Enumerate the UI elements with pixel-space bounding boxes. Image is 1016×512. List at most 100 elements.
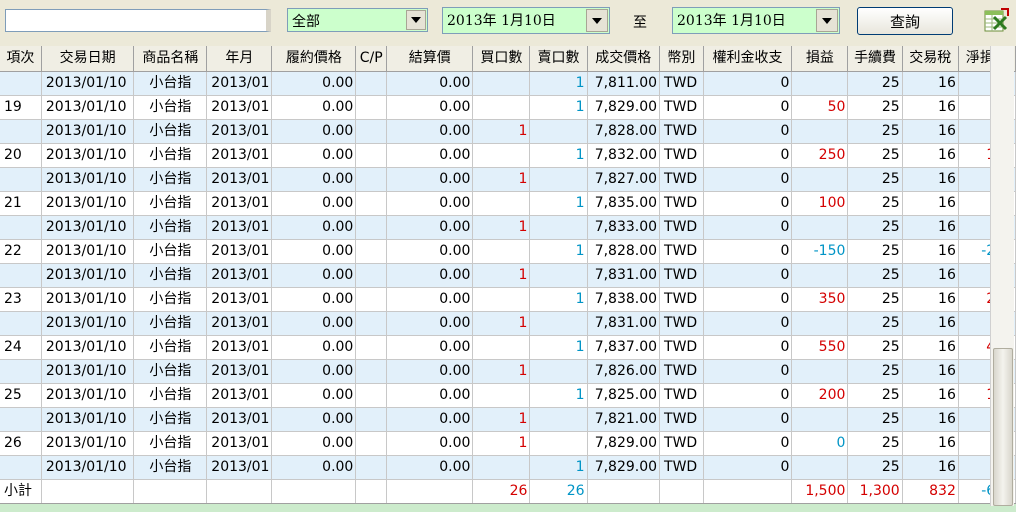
table-row[interactable]: 2013/01/10 小台指 2013/01 0.00 0.00 1 7,828.00 TWD… bbox=[0, 119, 1016, 144]
cell-strike: 0.00 bbox=[271, 263, 357, 288]
col-header-currency[interactable]: 幣別 bbox=[659, 46, 704, 72]
cell-buy-qty bbox=[472, 455, 531, 480]
cell-settle: 0.00 bbox=[386, 215, 474, 240]
table-row[interactable]: 19 2013/01/10 小台指 2013/01 0.00 0.00 1 7,829.00 T… bbox=[0, 95, 1016, 120]
subtotal-tax: 832 bbox=[902, 479, 959, 504]
table-row[interactable]: 2013/01/10 小台指 2013/01 0.00 0.00 1 7,821.00 TWD… bbox=[0, 407, 1016, 432]
cell-settle: 0.00 bbox=[386, 431, 474, 456]
table-row[interactable]: 22 2013/01/10 小台指 2013/01 0.00 0.00 1 7,828.00 T… bbox=[0, 239, 1016, 264]
table-row[interactable]: 23 2013/01/10 小台指 2013/01 0.00 0.00 1 7,838.00 T… bbox=[0, 287, 1016, 312]
table-row[interactable]: 25 2013/01/10 小台指 2013/01 0.00 0.00 1 7,825.00 T… bbox=[0, 383, 1016, 408]
cell-currency: TWD bbox=[659, 287, 704, 312]
date-from-picker[interactable]: 2013年 1月10日 bbox=[442, 7, 610, 34]
col-header-price[interactable]: 成交價格 bbox=[587, 46, 661, 72]
table-row[interactable]: 2013/01/10 小台指 2013/01 0.00 0.00 1 7,833.00 TWD… bbox=[0, 215, 1016, 240]
cell-item bbox=[0, 359, 42, 384]
col-header-settle[interactable]: 結算價 bbox=[386, 46, 474, 72]
cell-price: 7,837.00 bbox=[587, 335, 661, 360]
table-row[interactable]: 20 2013/01/10 小台指 2013/01 0.00 0.00 1 7,832.00 T… bbox=[0, 143, 1016, 168]
cell-product: 小台指 bbox=[133, 239, 208, 264]
query-button[interactable]: 查詢 bbox=[857, 7, 953, 35]
table-row[interactable]: 2013/01/10 小台指 2013/01 0.00 0.00 1 7,831.00 TWD… bbox=[0, 263, 1016, 288]
cell-premium: 0 bbox=[703, 335, 793, 360]
cell-fee: 25 bbox=[847, 407, 903, 432]
excel-export-icon[interactable] bbox=[983, 8, 1009, 34]
col-header-cp[interactable]: C/P bbox=[355, 46, 388, 72]
cell-tax: 16 bbox=[902, 71, 959, 96]
cell-sell-qty bbox=[529, 263, 588, 288]
cell-currency: TWD bbox=[659, 95, 704, 120]
col-header-premium[interactable]: 權利金收支 bbox=[703, 46, 793, 72]
cell-month: 2013/01 bbox=[206, 239, 273, 264]
col-header-month[interactable]: 年月 bbox=[206, 46, 273, 72]
cell-pnl: 250 bbox=[791, 143, 849, 168]
cell-cp bbox=[355, 143, 388, 168]
chevron-down-icon[interactable] bbox=[586, 9, 608, 32]
cell-tax: 16 bbox=[902, 335, 959, 360]
cell-settle: 0.00 bbox=[386, 455, 474, 480]
col-header-tax[interactable]: 交易稅 bbox=[902, 46, 959, 72]
cell-product: 小台指 bbox=[133, 335, 208, 360]
cell-trade-date: 2013/01/10 bbox=[41, 359, 135, 384]
cell-sell-qty bbox=[529, 407, 588, 432]
chevron-down-icon[interactable] bbox=[816, 9, 838, 32]
cell-premium: 0 bbox=[703, 455, 793, 480]
cell-premium: 0 bbox=[703, 167, 793, 192]
cell-cp bbox=[355, 215, 388, 240]
cell-strike: 0.00 bbox=[271, 311, 357, 336]
cell-sell-qty: 1 bbox=[529, 287, 588, 312]
col-header-strike[interactable]: 履約價格 bbox=[271, 46, 357, 72]
search-input[interactable] bbox=[5, 9, 271, 32]
cell-cp bbox=[355, 359, 388, 384]
cell-cp bbox=[355, 191, 388, 216]
cell-cp bbox=[355, 167, 388, 192]
date-to-value: 2013年 1月10日 bbox=[677, 13, 786, 29]
cell-buy-qty bbox=[472, 383, 531, 408]
table-row[interactable]: 2013/01/10 小台指 2013/01 0.00 0.00 1 7,811.00 TWD… bbox=[0, 71, 1016, 96]
scroll-thumb[interactable] bbox=[993, 348, 1013, 506]
cell-product: 小台指 bbox=[133, 359, 208, 384]
cell-tax: 16 bbox=[902, 287, 959, 312]
cell-strike: 0.00 bbox=[271, 215, 357, 240]
cell-fee: 25 bbox=[847, 383, 903, 408]
cell-month: 2013/01 bbox=[206, 407, 273, 432]
cell-sell-qty bbox=[529, 359, 588, 384]
toolbar: 全部 2013年 1月10日 至 2013年 1月10日 查詢 bbox=[0, 0, 1016, 46]
subtotal-month bbox=[206, 479, 273, 504]
cell-currency: TWD bbox=[659, 191, 704, 216]
cell-product: 小台指 bbox=[133, 95, 208, 120]
cell-buy-qty: 1 bbox=[472, 167, 531, 192]
cell-currency: TWD bbox=[659, 455, 704, 480]
cell-premium: 0 bbox=[703, 287, 793, 312]
table-row[interactable]: 2013/01/10 小台指 2013/01 0.00 0.00 1 7,826.00 TWD… bbox=[0, 359, 1016, 384]
date-to-picker[interactable]: 2013年 1月10日 bbox=[672, 7, 840, 34]
vertical-scrollbar[interactable] bbox=[990, 46, 1014, 506]
cell-buy-qty bbox=[472, 287, 531, 312]
cell-premium: 0 bbox=[703, 191, 793, 216]
table-row[interactable]: 2013/01/10 小台指 2013/01 0.00 0.00 1 7,827.00 TWD… bbox=[0, 167, 1016, 192]
col-header-buy-qty[interactable]: 買口數 bbox=[472, 46, 531, 72]
table-row[interactable]: 26 2013/01/10 小台指 2013/01 0.00 0.00 1 7,829.00 T… bbox=[0, 431, 1016, 456]
subtotal-pnl: 1,500 bbox=[791, 479, 849, 504]
table-header: 項次 交易日期 商品名稱 年月 履約價格 C/P 結算價 買口數 賣口數 成交價格 幣別 權利金收支損… bbox=[0, 46, 1016, 72]
col-header-fee[interactable]: 手續費 bbox=[847, 46, 903, 72]
cell-item bbox=[0, 119, 42, 144]
col-header-pnl[interactable]: 損益 bbox=[791, 46, 849, 72]
cell-month: 2013/01 bbox=[206, 335, 273, 360]
col-header-sell-qty[interactable]: 賣口數 bbox=[529, 46, 588, 72]
cell-item bbox=[0, 311, 42, 336]
chevron-down-icon[interactable] bbox=[406, 10, 426, 30]
table-row[interactable]: 21 2013/01/10 小台指 2013/01 0.00 0.00 1 7,835.00 T… bbox=[0, 191, 1016, 216]
col-header-trade-date[interactable]: 交易日期 bbox=[41, 46, 135, 72]
cell-product: 小台指 bbox=[133, 119, 208, 144]
table-row[interactable]: 2013/01/10 小台指 2013/01 0.00 0.00 1 7,829.00 TWD… bbox=[0, 455, 1016, 480]
col-header-item[interactable]: 項次 bbox=[0, 46, 42, 72]
cell-pnl: 350 bbox=[791, 287, 849, 312]
table-row[interactable]: 2013/01/10 小台指 2013/01 0.00 0.00 1 7,831.00 TWD… bbox=[0, 311, 1016, 336]
cell-strike: 0.00 bbox=[271, 191, 357, 216]
table-row[interactable]: 24 2013/01/10 小台指 2013/01 0.00 0.00 1 7,837.00 T… bbox=[0, 335, 1016, 360]
cell-price: 7,838.00 bbox=[587, 287, 661, 312]
category-select[interactable]: 全部 bbox=[287, 8, 428, 32]
col-header-product[interactable]: 商品名稱 bbox=[133, 46, 208, 72]
cell-tax: 16 bbox=[902, 95, 959, 120]
